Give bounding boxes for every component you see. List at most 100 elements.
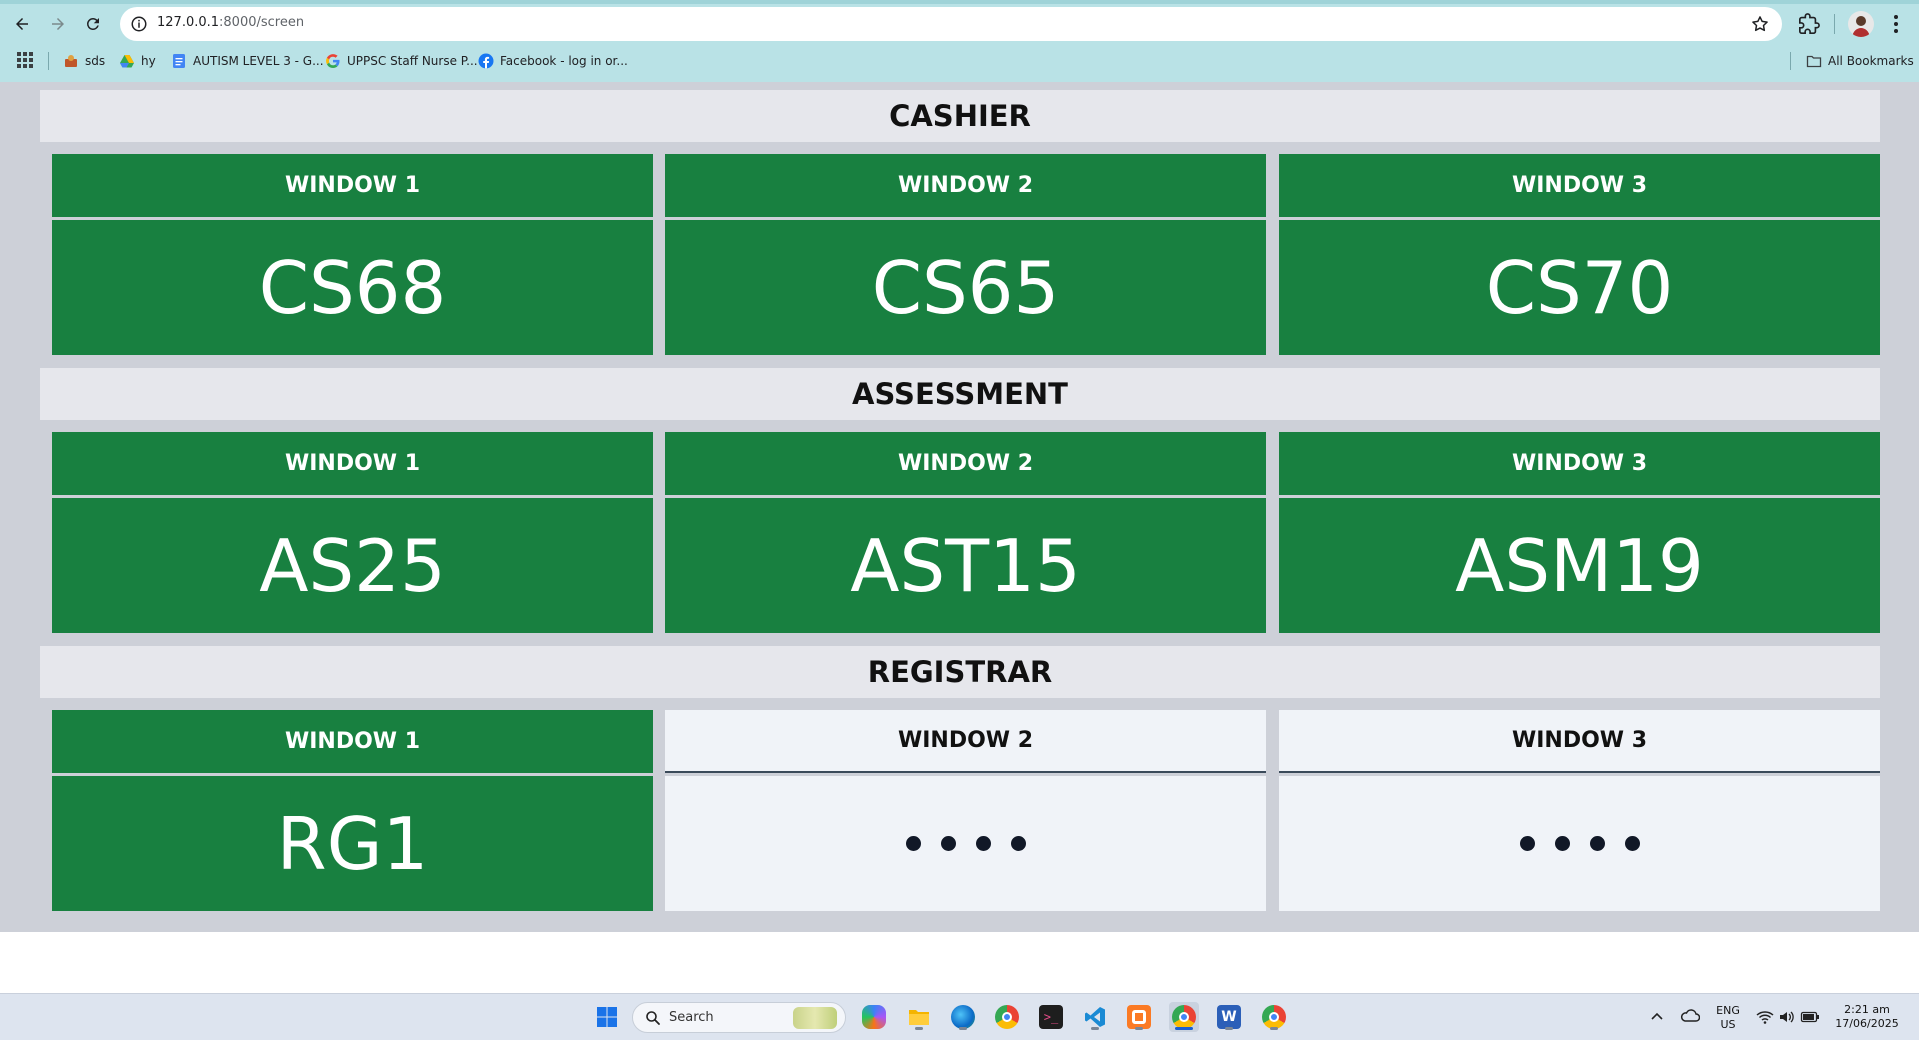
keyboard-layout: US bbox=[1720, 1018, 1736, 1031]
window-3-label: WINDOW 3 bbox=[1279, 432, 1880, 495]
bookmark-uppsc[interactable]: UPPSC Staff Nurse P... bbox=[325, 51, 478, 71]
copilot-icon bbox=[862, 1005, 886, 1029]
address-bar[interactable]: 127.0.0.1:8000/screen bbox=[120, 7, 1782, 41]
window-1-label: WINDOW 1 bbox=[52, 432, 653, 495]
queue-display-page: CASHIER WINDOW 1 CS68 WINDOW 2 CS65 WIND… bbox=[0, 82, 1919, 932]
section-header-cashier: CASHIER bbox=[40, 90, 1880, 142]
forward-arrow-icon bbox=[52, 18, 64, 30]
bookmarks-divider bbox=[1790, 52, 1791, 70]
windows-logo-icon bbox=[597, 1007, 617, 1027]
taskbar-vscode[interactable] bbox=[1080, 1002, 1110, 1032]
bookmark-favicon-icon bbox=[65, 55, 77, 67]
volume-icon[interactable] bbox=[1778, 1009, 1796, 1025]
window-1-queue-number: RG1 bbox=[52, 776, 653, 911]
show-hidden-icons-chevron-icon[interactable] bbox=[1650, 1010, 1664, 1024]
onedrive-cloud-icon[interactable] bbox=[1680, 1008, 1700, 1024]
bookmark-star-icon[interactable] bbox=[1750, 14, 1770, 34]
window-1-queue-number: CS68 bbox=[52, 220, 653, 355]
bookmark-hy[interactable]: hy bbox=[119, 51, 156, 71]
window-2-label: WINDOW 2 bbox=[665, 432, 1266, 495]
url-host: 127.0.0.1 bbox=[157, 15, 220, 30]
chrome-menu-icon[interactable] bbox=[1885, 12, 1907, 36]
running-indicator bbox=[1135, 1027, 1143, 1030]
window-1-label: WINDOW 1 bbox=[52, 154, 653, 217]
vscode-icon bbox=[1085, 1007, 1105, 1027]
search-highlight-image bbox=[793, 1007, 837, 1029]
taskbar-terminal[interactable]: >_ bbox=[1036, 1002, 1066, 1032]
reload-button[interactable] bbox=[80, 11, 106, 37]
clock-time: 2:21 am bbox=[1844, 1003, 1890, 1016]
folder-icon bbox=[909, 1010, 929, 1025]
google-docs-icon bbox=[173, 54, 185, 68]
window-2-label: WINDOW 2 bbox=[665, 710, 1266, 773]
loading-dots-icon bbox=[1519, 836, 1640, 851]
all-bookmarks-label: All Bookmarks bbox=[1828, 54, 1914, 68]
window-3-waiting-indicator bbox=[1279, 776, 1880, 911]
taskbar-chrome-profile-2[interactable] bbox=[1259, 1002, 1289, 1032]
chrome-profile-icon bbox=[1172, 1005, 1196, 1029]
window-1-label: WINDOW 1 bbox=[52, 710, 653, 773]
profile-person-icon bbox=[1852, 16, 1870, 37]
page-blank-area bbox=[0, 932, 1919, 993]
back-button[interactable] bbox=[9, 11, 35, 37]
bookmark-autism-level-3[interactable]: AUTISM LEVEL 3 - G... bbox=[171, 51, 324, 71]
bookmarks-bar: sds hy AUTISM LEVEL 3 - G... UPPSC Staff… bbox=[0, 47, 1919, 75]
bookmark-facebook[interactable]: Facebook - log in or... bbox=[478, 51, 628, 71]
running-indicator bbox=[1225, 1027, 1233, 1030]
search-label: Search bbox=[669, 1010, 714, 1025]
url-text: 127.0.0.1:8000/screen bbox=[157, 15, 304, 30]
google-drive-icon bbox=[120, 55, 134, 68]
back-arrow-icon bbox=[16, 18, 28, 30]
taskbar-search-box[interactable]: Search bbox=[632, 1002, 846, 1033]
window-3-queue-number: CS70 bbox=[1279, 220, 1880, 355]
running-indicator bbox=[915, 1027, 923, 1030]
window-2-queue-number: AST15 bbox=[665, 498, 1266, 633]
tab-strip-edge bbox=[0, 0, 1919, 4]
loading-dots-icon bbox=[905, 836, 1026, 851]
window-2-waiting-indicator bbox=[665, 776, 1266, 911]
taskbar-xampp[interactable] bbox=[1124, 1002, 1154, 1032]
profile-avatar[interactable] bbox=[1848, 11, 1874, 37]
chrome-browser-icon bbox=[995, 1005, 1019, 1029]
window-2-queue-number: CS65 bbox=[665, 220, 1266, 355]
taskbar-copilot[interactable] bbox=[859, 1002, 889, 1032]
word-icon: W bbox=[1217, 1005, 1241, 1029]
language-code: ENG bbox=[1716, 1004, 1740, 1017]
taskbar-word[interactable]: W bbox=[1214, 1002, 1244, 1032]
bookmark-label: UPPSC Staff Nurse P... bbox=[347, 54, 478, 68]
input-language-indicator[interactable]: ENG US bbox=[1713, 1004, 1743, 1032]
extensions-puzzle-icon[interactable] bbox=[1798, 13, 1820, 35]
reload-icon bbox=[86, 17, 99, 30]
forward-button[interactable] bbox=[45, 11, 71, 37]
chrome-profile-icon bbox=[1262, 1005, 1286, 1029]
url-path: :8000/screen bbox=[219, 15, 305, 30]
taskbar-chrome-active[interactable] bbox=[1169, 1002, 1199, 1032]
facebook-icon bbox=[478, 53, 494, 69]
taskbar-chrome[interactable] bbox=[992, 1002, 1022, 1032]
bookmark-label: sds bbox=[85, 54, 106, 68]
start-button[interactable] bbox=[592, 1002, 622, 1032]
folder-icon bbox=[1806, 55, 1822, 68]
battery-icon[interactable] bbox=[1800, 1009, 1820, 1025]
xampp-icon bbox=[1127, 1005, 1151, 1029]
bookmark-label: Facebook - log in or... bbox=[500, 54, 628, 68]
taskbar-file-explorer[interactable] bbox=[904, 1002, 934, 1032]
clock[interactable]: 2:21 am 17/06/2025 bbox=[1834, 1003, 1900, 1031]
all-bookmarks-button[interactable]: All Bookmarks bbox=[1806, 51, 1914, 71]
search-icon bbox=[646, 1011, 660, 1025]
section-header-registrar: REGISTRAR bbox=[40, 646, 1880, 698]
taskbar-edge[interactable] bbox=[948, 1002, 978, 1032]
wifi-icon[interactable] bbox=[1756, 1009, 1774, 1025]
bookmark-sds[interactable]: sds bbox=[63, 51, 105, 71]
google-icon bbox=[326, 54, 340, 68]
window-2-label: WINDOW 2 bbox=[665, 154, 1266, 217]
running-indicator bbox=[959, 1027, 967, 1030]
toolbar-divider bbox=[1834, 14, 1835, 34]
site-info-icon[interactable] bbox=[130, 15, 148, 33]
active-window-indicator bbox=[1175, 1027, 1193, 1030]
window-3-queue-number: ASM19 bbox=[1279, 498, 1880, 633]
section-header-assessment: ASSESSMENT bbox=[40, 368, 1880, 420]
window-3-label: WINDOW 3 bbox=[1279, 710, 1880, 773]
running-indicator bbox=[1091, 1027, 1099, 1030]
terminal-icon: >_ bbox=[1039, 1005, 1063, 1029]
